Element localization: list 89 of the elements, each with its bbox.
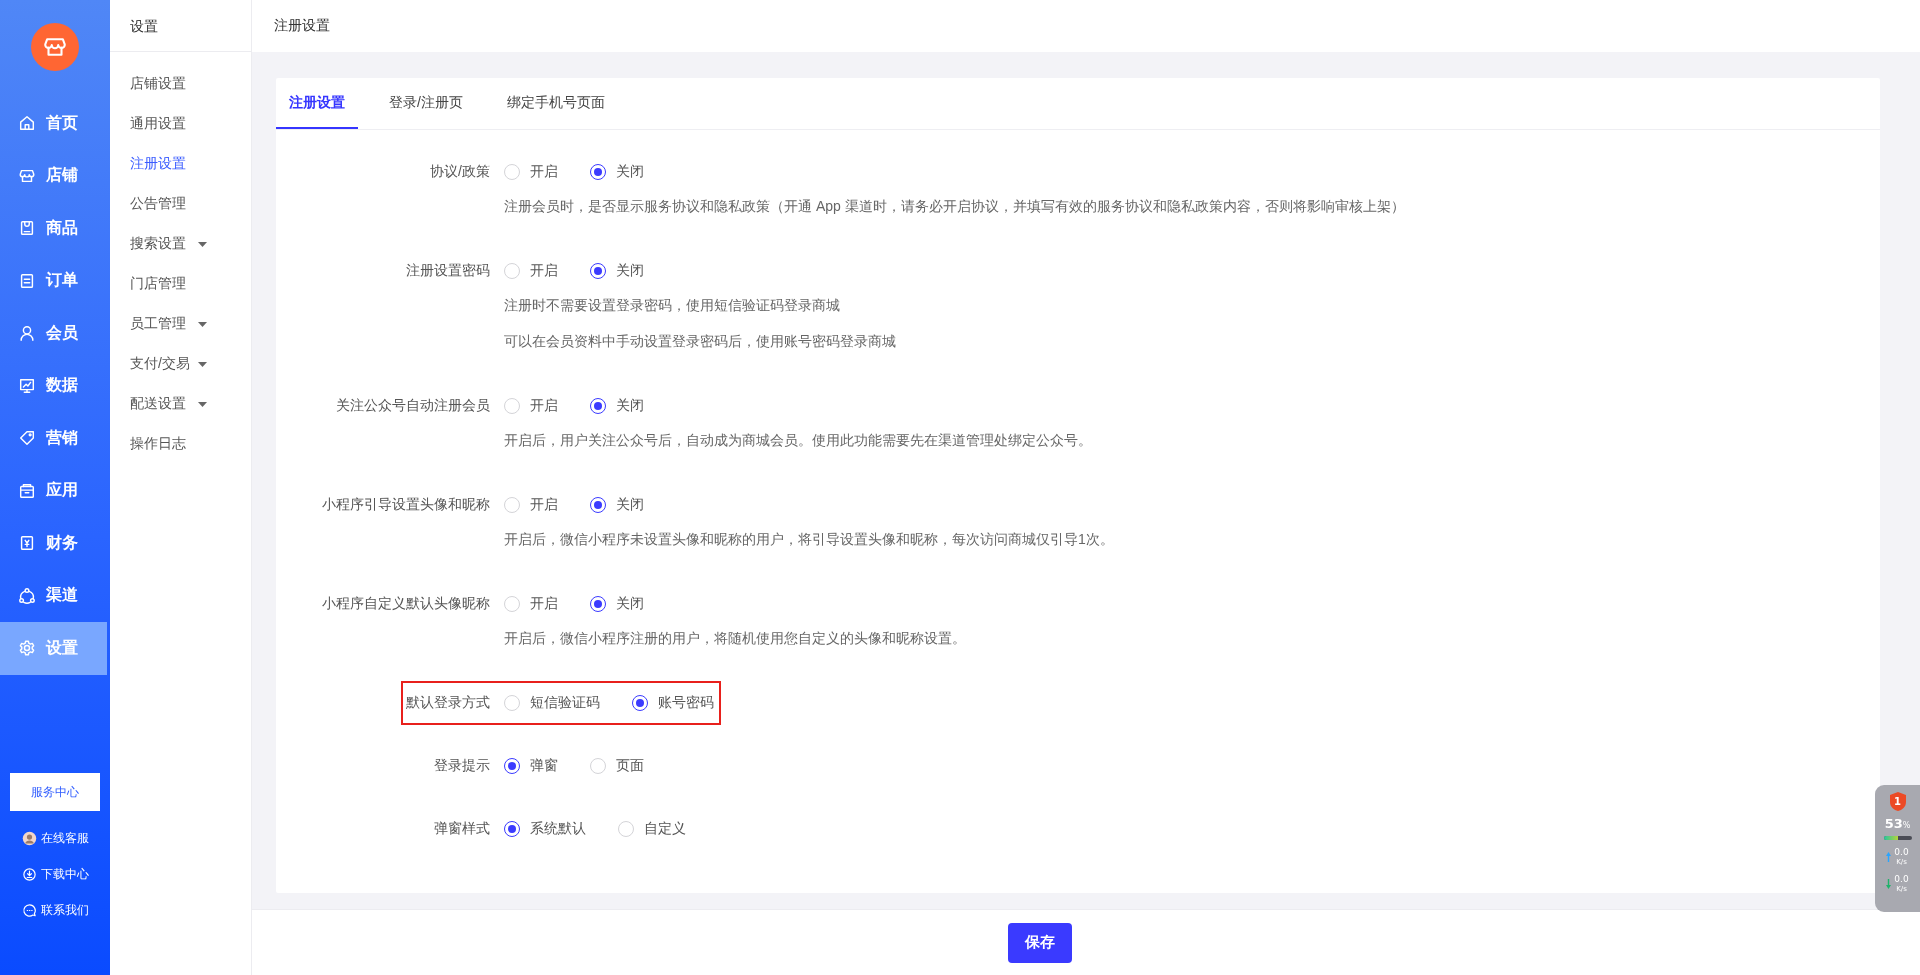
chart-icon xyxy=(18,376,36,395)
radio-option[interactable]: 开启 xyxy=(504,595,558,613)
menu-title: 设置 xyxy=(130,17,158,36)
field-label: 注册设置密码 xyxy=(406,262,490,280)
radio-button[interactable] xyxy=(590,263,606,279)
radio-option[interactable]: 关闭 xyxy=(590,595,644,613)
radio-option[interactable]: 开启 xyxy=(504,262,558,280)
nav-item[interactable]: 财务 xyxy=(0,517,107,570)
radio-button[interactable] xyxy=(632,695,648,711)
hint-text: 开启后，用户关注公众号后，自动成为商城会员。使用此功能需要先在渠道管理处绑定公众号。 xyxy=(504,431,1093,450)
field-label: 弹窗样式 xyxy=(434,820,490,838)
network-icon xyxy=(18,586,36,605)
field-label: 小程序自定义默认头像昵称 xyxy=(322,595,490,613)
radio-option[interactable]: 关闭 xyxy=(590,163,644,181)
nav-item[interactable]: 订单 xyxy=(0,254,107,307)
radio-option[interactable]: 关闭 xyxy=(590,397,644,415)
download-arrow-icon xyxy=(1886,879,1892,889)
field-label: 登录提示 xyxy=(434,757,490,775)
submenu-item[interactable]: 门店管理 xyxy=(110,264,251,304)
submenu-item[interactable]: 支付/交易 xyxy=(110,344,251,384)
settings-icon xyxy=(18,639,36,658)
shield-badge: 1 xyxy=(1889,792,1906,811)
radio-button[interactable] xyxy=(590,398,606,414)
hint-text: 注册会员时，是否显示服务协议和隐私政策（开通 App 渠道时，请务必开启协议，并填写有效的服务协议和隐私政策内容，否则将影响审核上架） xyxy=(504,197,1406,216)
yen-icon xyxy=(18,534,36,553)
bag-icon xyxy=(18,219,36,238)
submenu-item[interactable]: 公告管理 xyxy=(110,184,251,224)
home-icon xyxy=(18,114,36,133)
hint-text: 开启后，微信小程序未设置头像和昵称的用户，将引导设置头像和昵称，每次访问商城仅引导1次。 xyxy=(504,530,1115,549)
radio-option[interactable]: 自定义 xyxy=(618,820,686,838)
person-icon xyxy=(18,324,36,343)
nav-item[interactable]: 营销 xyxy=(0,412,107,465)
nav-item[interactable]: 数据 xyxy=(0,359,107,412)
nav-item[interactable]: 应用 xyxy=(0,464,107,517)
sidebar-link[interactable]: 下载中心 xyxy=(21,859,89,889)
field-label: 关注公众号自动注册会员 xyxy=(336,397,490,415)
field-label: 小程序引导设置头像和昵称 xyxy=(322,496,490,514)
box-icon xyxy=(18,481,36,500)
nav-item[interactable]: 会员 xyxy=(0,307,107,360)
radio-button[interactable] xyxy=(590,164,606,180)
radio-option[interactable]: 系统默认 xyxy=(504,820,586,838)
radio-option[interactable]: 开启 xyxy=(504,496,558,514)
radio-option[interactable]: 页面 xyxy=(590,757,644,775)
memory-percent: 53% xyxy=(1884,817,1911,833)
service-center-button[interactable]: 服务中心 xyxy=(10,773,100,811)
tab[interactable]: 注册设置 xyxy=(276,78,358,129)
radio-button[interactable] xyxy=(590,497,606,513)
radio-button[interactable] xyxy=(504,758,520,774)
nav-item[interactable]: 渠道 xyxy=(0,569,107,622)
nav-item[interactable]: 店铺 xyxy=(0,149,107,202)
download-icon xyxy=(21,866,37,882)
tab[interactable]: 登录/注册页 xyxy=(376,78,476,129)
submenu-item[interactable]: 店铺设置 xyxy=(110,64,251,104)
submenu-item[interactable]: 通用设置 xyxy=(110,104,251,144)
radio-option[interactable]: 关闭 xyxy=(590,262,644,280)
submenu-item[interactable]: 操作日志 xyxy=(110,424,251,464)
submenu-item[interactable]: 注册设置 xyxy=(110,144,251,184)
radio-option[interactable]: 短信验证码 xyxy=(504,694,600,712)
chat-icon xyxy=(21,902,37,918)
submenu-item[interactable]: 配送设置 xyxy=(110,384,251,424)
radio-option[interactable]: 弹窗 xyxy=(504,757,558,775)
hint-text: 可以在会员资料中手动设置登录密码后，使用账号密码登录商城 xyxy=(504,332,897,351)
upload-arrow-icon xyxy=(1886,852,1892,862)
submenu-item[interactable]: 搜索设置 xyxy=(110,224,251,264)
sidebar-link[interactable]: 联系我们 xyxy=(21,895,89,925)
nav-item[interactable]: 首页 xyxy=(0,97,107,150)
radio-button[interactable] xyxy=(590,596,606,612)
hint-text: 注册时不需要设置登录密码，使用短信验证码登录商城 xyxy=(504,296,841,315)
caret-icon xyxy=(198,321,207,327)
field-label: 默认登录方式 xyxy=(406,694,490,712)
radio-option[interactable]: 开启 xyxy=(504,163,558,181)
tag-icon xyxy=(18,429,36,448)
nav-item[interactable]: 商品 xyxy=(0,202,107,255)
tab[interactable]: 绑定手机号页面 xyxy=(493,78,618,129)
save-button[interactable]: 保存 xyxy=(1008,922,1072,963)
radio-option[interactable]: 账号密码 xyxy=(632,694,714,712)
radio-button[interactable] xyxy=(504,821,520,837)
document-icon xyxy=(18,271,36,290)
page-title: 注册设置 xyxy=(274,17,330,35)
hint-text: 开启后，微信小程序注册的用户，将随机使用您自定义的头像和昵称设置。 xyxy=(504,629,967,648)
sidebar-link[interactable]: 在线客服 xyxy=(21,823,89,853)
radio-option[interactable]: 开启 xyxy=(504,397,558,415)
field-label: 协议/政策 xyxy=(430,163,490,181)
caret-icon xyxy=(198,241,207,247)
caret-icon xyxy=(198,401,207,407)
avatar-icon xyxy=(21,830,37,846)
radio-option[interactable]: 关闭 xyxy=(590,496,644,514)
caret-icon xyxy=(198,361,207,367)
submenu-item[interactable]: 员工管理 xyxy=(110,304,251,344)
